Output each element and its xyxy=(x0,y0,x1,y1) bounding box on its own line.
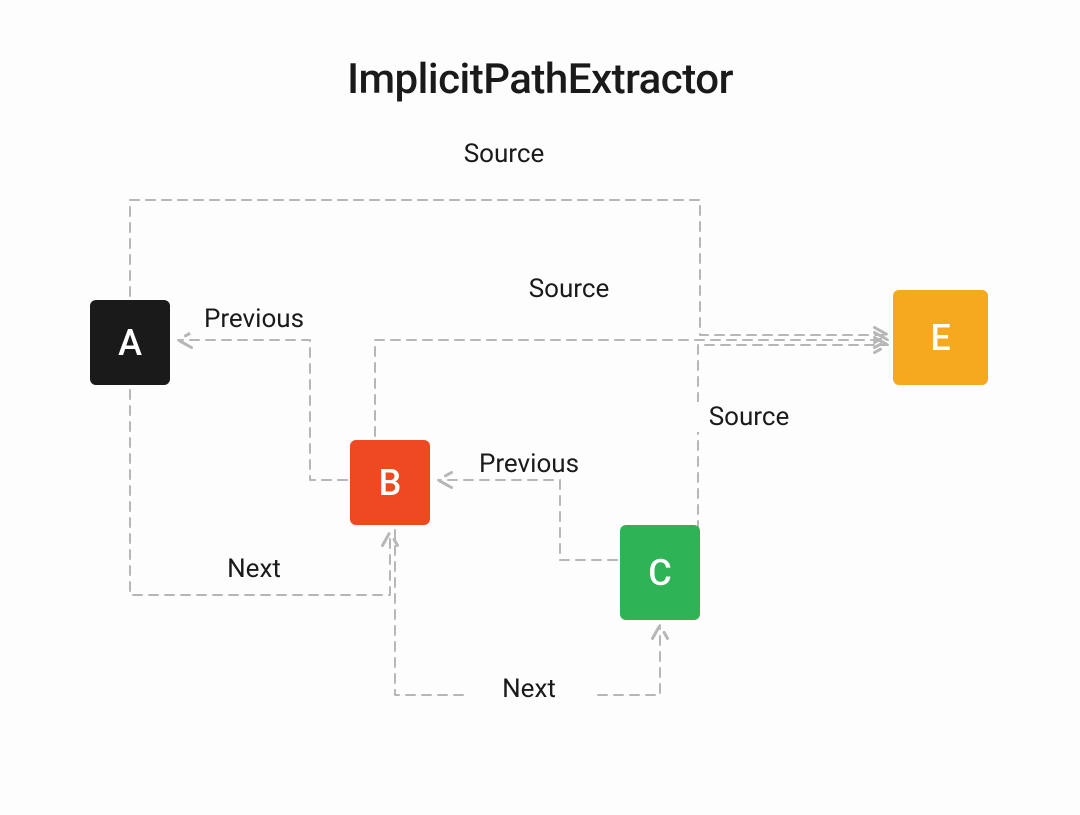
node-a: A xyxy=(90,300,170,385)
node-c: C xyxy=(620,525,700,620)
node-c-label: C xyxy=(648,552,672,594)
node-e: E xyxy=(893,290,988,385)
label-c-prev-b: Previous xyxy=(465,449,593,479)
node-a-label: A xyxy=(118,322,142,364)
label-b-source-e: Source xyxy=(505,274,633,304)
edge-b-prev-a xyxy=(178,340,347,480)
node-b-label: B xyxy=(379,462,402,504)
label-b-prev-a: Previous xyxy=(190,304,318,334)
edge-c-source-e xyxy=(698,345,888,530)
diagram-stage: ImplicitPathExtractor A B C E xyxy=(0,0,1080,815)
label-a-next-b: Next xyxy=(190,554,318,584)
node-b: B xyxy=(350,440,430,525)
label-b-next-c: Next xyxy=(465,674,593,704)
diagram-title: ImplicitPathExtractor xyxy=(0,55,1080,104)
node-e-label: E xyxy=(930,317,950,359)
label-a-source-e: Source xyxy=(440,139,568,169)
label-c-source-e: Source xyxy=(685,402,813,432)
edge-c-prev-b xyxy=(438,480,617,560)
